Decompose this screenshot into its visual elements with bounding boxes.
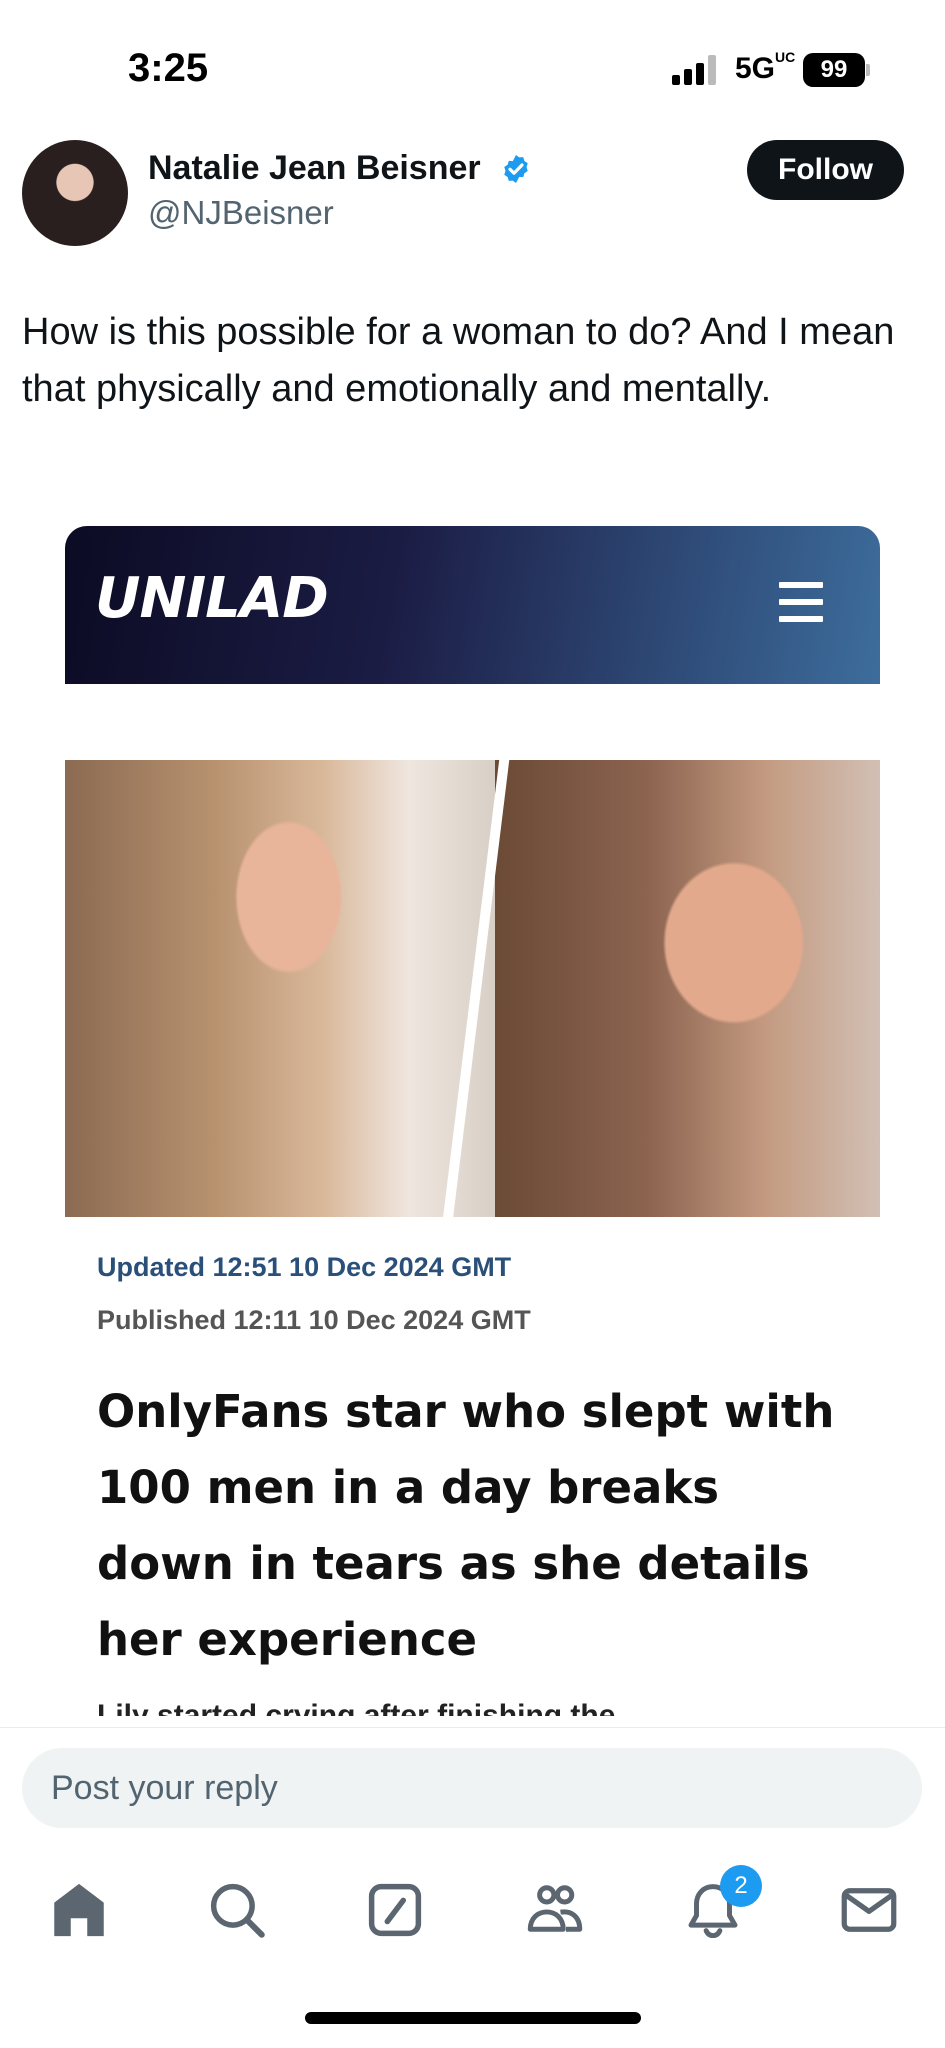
network-suffix: UC [775,49,796,65]
signal-icon [672,55,720,85]
menu-icon [779,582,823,622]
status-time: 3:25 [128,46,209,90]
home-indicator[interactable] [305,2012,641,2024]
author-handle[interactable]: @NJBeisner [148,194,334,232]
follow-button[interactable]: Follow [747,140,904,200]
search-icon[interactable] [204,1877,270,1943]
messages-icon[interactable] [836,1877,902,1943]
hero-photo-right [495,760,880,1217]
battery-icon: 99 [803,53,865,87]
network-indicator: 5GUC [735,49,796,86]
status-bar: 3:25 5GUC 99 [0,0,945,150]
site-header: UNILAD [65,526,880,684]
communities-icon[interactable] [522,1877,588,1943]
reply-input[interactable]: Post your reply [22,1748,922,1828]
grok-icon[interactable] [362,1877,428,1943]
post-text: How is this possible for a woman to do? … [22,311,895,410]
article-published: Published 12:11 10 Dec 2024 GMT [97,1305,531,1335]
site-logo: UNILAD [95,566,329,631]
article-headline: OnlyFans star who slept with 100 men in … [97,1385,835,1666]
notification-count-badge: 2 [720,1865,762,1907]
author-name[interactable]: Natalie Jean Beisner [148,149,481,188]
verified-badge-icon [504,155,528,183]
article-hero-image [65,760,880,1217]
battery-tip [866,64,870,76]
reply-bar: Post your reply [0,1727,945,1855]
article-updated: Updated 12:51 10 Dec 2024 GMT [97,1252,512,1282]
hero-photo-left [65,760,495,1217]
network-label: 5G [735,52,776,85]
home-icon[interactable] [46,1877,112,1943]
article-teaser: Lily started crying after finishing the [97,1699,616,1716]
avatar[interactable] [22,140,128,246]
